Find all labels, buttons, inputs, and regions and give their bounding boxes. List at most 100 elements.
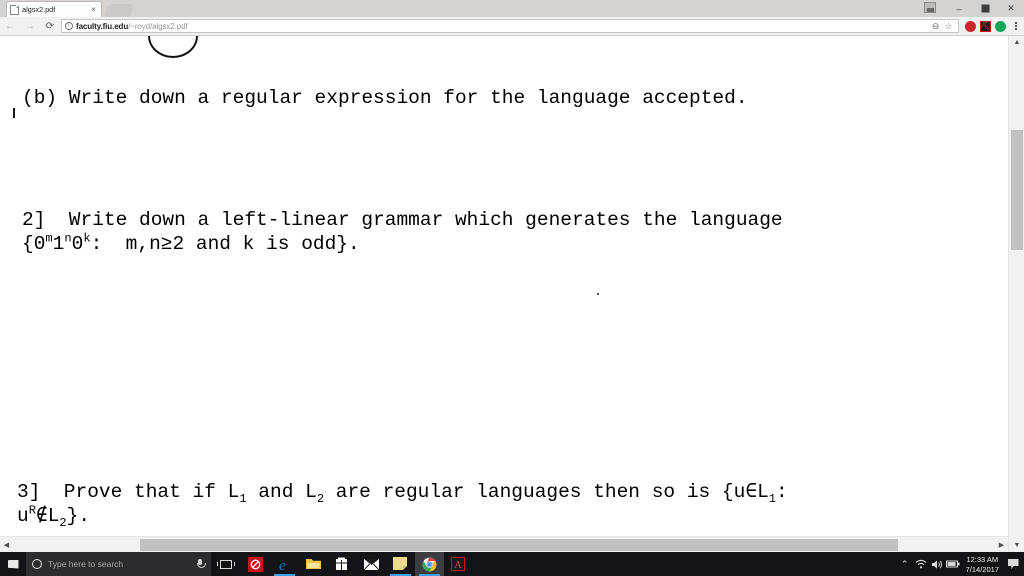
close-window-button[interactable]: ✕ [998, 0, 1024, 17]
q3-sub-3: 1 [768, 491, 777, 506]
adobe-acrobat-extension-icon[interactable]: ⛏ [978, 17, 993, 36]
battery-icon[interactable] [945, 552, 961, 576]
svg-text:A: A [454, 559, 462, 571]
question-1b-text: (b) Write down a regular expression for … [22, 87, 748, 109]
url-host: faculty.fiu.edu [76, 21, 129, 31]
cortana-icon [32, 559, 42, 569]
taskbar-app-redshield[interactable] [241, 552, 270, 576]
extension-icons: ⛏ [961, 17, 1008, 36]
window-controls: – ✕ [946, 0, 1024, 17]
system-tray: ⌃ 12:33 AM 7/14/2017 [897, 552, 1024, 576]
q2-zero: 0 [71, 233, 84, 255]
edge-icon: e [277, 557, 292, 574]
page-speck [597, 293, 599, 295]
close-tab-icon[interactable]: × [89, 5, 98, 14]
q3-part-d: : [776, 481, 788, 503]
windows-logo-icon [7, 559, 19, 569]
site-info-icon[interactable]: i [65, 22, 73, 30]
horizontal-scrollbar[interactable]: ◀ ▶ [0, 536, 1008, 552]
taskbar-app-microsoft-store[interactable] [328, 552, 357, 576]
address-bar[interactable]: i faculty.fiu.edu/~royd/algsx2.pdf ⊖ ☆ [61, 19, 959, 33]
q3-sub-1: 1 [239, 491, 247, 506]
question-3-line2-text: uR∉L2}. [17, 504, 90, 529]
tab-strip: algsx2.pdf × – ✕ [0, 0, 1024, 17]
task-view-button[interactable] [211, 552, 241, 576]
clock-date: 7/14/2017 [965, 564, 999, 574]
q3-sub-2: 2 [316, 491, 325, 506]
minimize-button[interactable]: – [946, 0, 972, 17]
tab-title: algsx2.pdf [22, 5, 56, 14]
maximize-button[interactable] [972, 0, 998, 17]
pdf-page: (b) Write down a regular expression for … [0, 36, 1008, 536]
svg-text:e: e [279, 558, 286, 572]
scroll-right-arrow-icon[interactable]: ▶ [995, 537, 1008, 552]
q3-part-c: are regular languages then so is {u∈L [324, 481, 769, 503]
start-button[interactable] [0, 552, 26, 576]
envelope-icon [363, 557, 380, 572]
back-button[interactable]: ← [0, 17, 20, 36]
search-placeholder: Type here to search [48, 559, 124, 569]
search-input[interactable]: Type here to search [26, 552, 211, 576]
pdf-viewer: (b) Write down a regular expression for … [0, 36, 1024, 552]
taskbar-app-microsoft-edge[interactable]: e [270, 552, 299, 576]
q2-exp-n: n [64, 231, 72, 246]
browser-window: algsx2.pdf × – ✕ ← → ⟳ i faculty.fiu.edu… [0, 0, 1024, 576]
q2-tail: : m,n≥2 and k is odd}. [90, 233, 360, 255]
adblock-extension-icon[interactable] [963, 17, 978, 36]
taskbar-clock[interactable]: 12:33 AM 7/14/2017 [961, 555, 1004, 574]
browser-toolbar: ← → ⟳ i faculty.fiu.edu/~royd/algsx2.pdf… [0, 17, 1024, 36]
chrome-icon [422, 557, 437, 572]
task-view-icon [217, 559, 235, 569]
q3b-u: u [17, 505, 29, 527]
q2-one: 1 [52, 233, 65, 255]
action-center-button[interactable] [1004, 552, 1022, 576]
question-2-line1-text: 2] Write down a left-linear grammar whic… [22, 209, 783, 231]
browser-tab[interactable]: algsx2.pdf × [6, 1, 102, 17]
horizontal-scrollbar-thumb[interactable] [140, 539, 898, 551]
scroll-up-arrow-icon[interactable]: ▲ [1009, 36, 1024, 49]
zoom-out-icon[interactable]: ⊖ [929, 20, 942, 33]
taskbar-app-mail[interactable] [357, 552, 386, 576]
q3b-sup-r: R [28, 503, 36, 518]
ink-mark [13, 108, 15, 118]
taskbar-app-file-explorer[interactable] [299, 552, 328, 576]
show-hidden-icons-chevron-icon[interactable]: ⌃ [897, 552, 913, 576]
forward-button[interactable]: → [20, 17, 40, 36]
clock-time: 12:33 AM [966, 554, 999, 564]
q3-part-a: 3] Prove that if L [17, 481, 240, 503]
reload-button[interactable]: ⟳ [40, 17, 60, 36]
shield-icon [248, 556, 263, 572]
vertical-scrollbar[interactable]: ▲ ▼ [1008, 36, 1024, 552]
grammar-extension-icon[interactable] [993, 17, 1008, 36]
scroll-left-arrow-icon[interactable]: ◀ [0, 537, 13, 552]
store-icon [335, 557, 350, 572]
q3b-notin: ∉L [35, 505, 60, 527]
scroll-down-arrow-icon[interactable]: ▼ [1009, 539, 1024, 552]
microphone-icon[interactable] [195, 558, 206, 570]
maximize-icon [981, 4, 989, 13]
chrome-menu-button[interactable] [1008, 17, 1024, 36]
question-3-line1-text: 3] Prove that if L1 and L2 are regular l… [17, 480, 788, 505]
q3b-close: }. [66, 505, 91, 527]
question-2-line2-text: {0m1n0k: m,n≥2 and k is odd}. [22, 232, 360, 257]
q3-part-b: and L [246, 481, 317, 503]
taskbar-app-adobe-acrobat[interactable]: A [444, 552, 473, 576]
folder-icon [306, 557, 321, 572]
taskbar-app-google-chrome[interactable] [415, 552, 444, 576]
acrobat-icon: A [451, 556, 466, 572]
windows-taskbar: Type here to search e A ⌃ 12:33 AM 7/14/… [0, 552, 1024, 576]
q2-exp-m: m [45, 231, 53, 246]
volume-icon[interactable] [929, 552, 945, 576]
url-text: faculty.fiu.edu/~royd/algsx2.pdf [76, 22, 188, 31]
new-tab-button[interactable] [104, 4, 134, 17]
q3b-sub-2: 2 [59, 515, 67, 530]
q2-open: {0 [22, 233, 46, 255]
page-icon [10, 4, 19, 15]
sticky-note-icon [393, 556, 408, 572]
wifi-icon[interactable] [913, 552, 929, 576]
taskbar-app-sticky-notes[interactable] [386, 552, 415, 576]
window-restore-icon[interactable] [924, 2, 936, 13]
vertical-scrollbar-thumb[interactable] [1011, 130, 1023, 250]
bookmark-star-icon[interactable]: ☆ [942, 20, 955, 33]
q2-exp-k: k [83, 231, 91, 246]
